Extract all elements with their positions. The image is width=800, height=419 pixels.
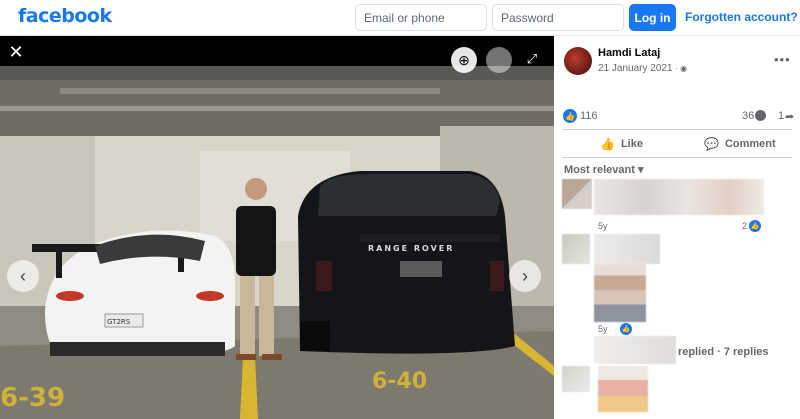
share-arrow-icon: ➦: [785, 111, 795, 123]
avatar[interactable]: [564, 47, 592, 75]
floor-marking-right: 6-40: [372, 369, 427, 394]
previous-photo-button[interactable]: ‹: [7, 260, 39, 292]
porsche-badge: GT2RS: [107, 318, 131, 326]
fullscreen-button[interactable]: ⤢: [521, 48, 543, 70]
comment-image-blurred: [594, 264, 646, 322]
comment-avatar: [562, 366, 590, 392]
thumbs-up-icon: 👍: [600, 137, 615, 151]
floor-marking-left: 6-39: [0, 383, 65, 413]
comment-text-blurred: [594, 234, 660, 264]
like-button[interactable]: 👍 Like: [600, 135, 643, 153]
top-bar: facebook Log in Forgotten account?: [0, 0, 800, 36]
zoom-out-button[interactable]: ⊖: [486, 47, 512, 73]
like-reaction-icon: 👍: [749, 220, 762, 232]
zoom-in-icon: ⊕: [458, 51, 470, 68]
login-button[interactable]: Log in: [629, 4, 676, 31]
reactions-count[interactable]: 116: [580, 110, 598, 122]
comment-reactions-count: 2: [742, 221, 748, 231]
comment-reactions[interactable]: 2 👍: [742, 220, 762, 232]
chevron-left-icon: ‹: [20, 265, 26, 286]
zoom-out-icon: ⊖: [493, 51, 505, 68]
comment-time[interactable]: 5y: [598, 324, 608, 334]
post-date[interactable]: 21 January 2021 · ◉: [598, 63, 687, 74]
comment-button-label: Comment: [724, 138, 776, 150]
like-button-label: Like: [620, 138, 643, 150]
view-replies-link[interactable]: replied · 7 replies: [678, 346, 768, 358]
like-reaction-icon: 👍: [563, 109, 577, 123]
range-rover-badge: RANGE ROVER: [368, 244, 454, 253]
forgot-account-link[interactable]: Forgotten account?: [685, 10, 798, 24]
post-date-text[interactable]: 21 January 2021: [598, 63, 673, 74]
divider: [562, 129, 792, 130]
email-field[interactable]: [355, 4, 487, 31]
comment-reactions[interactable]: 👍: [620, 323, 632, 335]
post-author[interactable]: Hamdi Lataj: [598, 47, 660, 59]
comments-count[interactable]: 36: [742, 110, 754, 122]
comment-avatar: [562, 234, 590, 264]
like-reaction-icon: 👍: [620, 323, 632, 335]
comment-icon: 💬: [704, 137, 719, 151]
comment-text-blurred: [594, 179, 764, 215]
chevron-down-icon: ▾: [637, 164, 644, 176]
zoom-in-button[interactable]: ⊕: [451, 47, 477, 73]
comment-sort-label: Most relevant: [564, 164, 635, 176]
close-button[interactable]: ✕: [6, 42, 26, 62]
next-photo-button[interactable]: ›: [509, 260, 541, 292]
comment-time[interactable]: 5y: [598, 221, 608, 231]
divider: [562, 157, 792, 158]
comment-avatar: [562, 179, 592, 209]
more-options-button[interactable]: •••: [774, 52, 791, 67]
comment-sort-dropdown[interactable]: Most relevant ▾: [564, 163, 644, 176]
globe-icon: · ◉: [675, 64, 688, 73]
chevron-right-icon: ›: [522, 265, 528, 286]
expand-icon: ⤢: [526, 51, 538, 66]
password-field[interactable]: [492, 4, 624, 31]
shares-count[interactable]: 1: [778, 110, 784, 122]
close-icon: ✕: [8, 41, 24, 62]
post-details-panel: Hamdi Lataj 21 January 2021 · ◉ ••• 👍 11…: [554, 36, 800, 419]
comment-bubble-icon: [755, 110, 766, 121]
post-photo: 6-39 6-40 GT2RS RANGE ROVER: [0, 66, 554, 419]
comment-button[interactable]: 💬 Comment: [704, 135, 776, 153]
photo-viewer: 6-39 6-40 GT2RS RANGE ROVER ✕ ⊕ ⊖ ⤢ ‹ ›: [0, 36, 554, 419]
facebook-logo[interactable]: facebook: [18, 5, 112, 27]
comment-image-blurred: [598, 366, 648, 412]
comment-text-blurred: [594, 336, 676, 364]
